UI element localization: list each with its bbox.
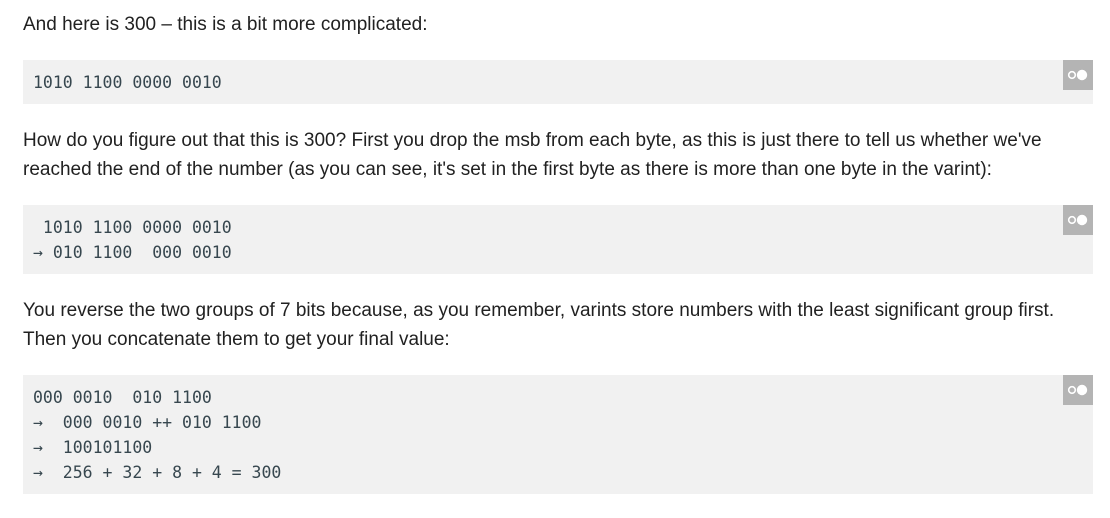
code-block: 1010 1100 0000 0010 <box>23 60 1093 104</box>
copy-code-button[interactable] <box>1063 60 1093 90</box>
paragraph-reverse-groups: You reverse the two groups of 7 bits bec… <box>23 300 1055 350</box>
code-block: 1010 1100 0000 0010 → 010 1100 000 0010 <box>23 205 1093 274</box>
code-block: 000 0010 010 1100 → 000 0010 ++ 010 1100… <box>23 375 1093 494</box>
toggle-icon <box>1067 384 1088 396</box>
toggle-icon <box>1067 69 1088 81</box>
code-line: → 010 1100 000 0010 <box>33 243 232 262</box>
code-line: 000 0010 010 1100 <box>33 388 212 407</box>
copy-code-button[interactable] <box>1063 205 1093 235</box>
toggle-icon <box>1067 214 1088 226</box>
code-line: → 100101100 <box>33 438 153 457</box>
code-line: → 256 + 32 + 8 + 4 = 300 <box>33 463 282 482</box>
code-line: → 000 0010 ++ 010 1100 <box>33 413 262 432</box>
paragraph-explanation: How do you figure out that this is 300? … <box>23 130 1042 180</box>
copy-code-button[interactable] <box>1063 375 1093 405</box>
code-line: 1010 1100 0000 0010 <box>33 73 222 92</box>
paragraph-intro: And here is 300 – this is a bit more com… <box>23 14 428 35</box>
code-line: 1010 1100 0000 0010 <box>33 218 232 237</box>
